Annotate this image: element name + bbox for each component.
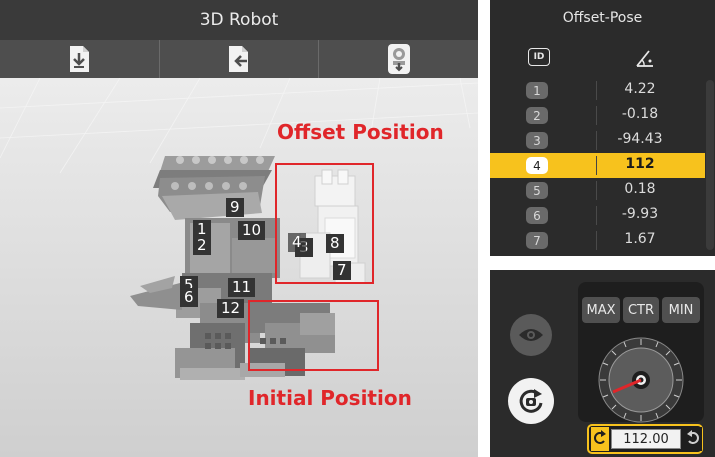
joint-label-11: 11 <box>228 278 256 297</box>
pose-value: 1.67 <box>624 231 656 247</box>
pose-id: 7 <box>526 232 548 249</box>
max-button[interactable]: MAX <box>582 297 620 323</box>
pose-id: 5 <box>526 182 548 199</box>
pose-row-4-selected[interactable]: 4 112 <box>490 153 705 178</box>
joint-label-9: 9 <box>226 198 244 217</box>
pose-row-5[interactable]: 5 0.18 <box>490 178 705 203</box>
robot-3d-viewport[interactable]: 1 2 3 4 5 6 7 8 9 10 11 12 Offset Positi… <box>0 78 478 457</box>
download-button[interactable] <box>0 40 160 78</box>
joint-label-2: 2 <box>193 236 211 255</box>
row-divider <box>596 81 597 100</box>
joint-control-panel: MAX CTR MIN 112.00 <box>490 270 715 457</box>
id-icon: ID <box>533 52 545 62</box>
row-divider <box>596 106 597 125</box>
row-divider <box>596 231 597 250</box>
joint-label-10: 10 <box>238 221 266 240</box>
panel-title-bar: 3D Robot <box>0 0 478 40</box>
pose-value: -94.43 <box>617 131 663 147</box>
pose-row-7[interactable]: 7 1.67 <box>490 228 705 253</box>
pose-value: -9.93 <box>621 206 659 222</box>
angle-icon <box>636 50 653 67</box>
pose-id: 1 <box>526 82 548 99</box>
pose-value: 0.18 <box>624 181 656 197</box>
rotary-dial[interactable] <box>591 330 691 430</box>
pose-id: 6 <box>526 207 548 224</box>
dial-area: MAX CTR MIN <box>578 282 704 423</box>
value-input-group: 112.00 <box>587 424 703 454</box>
pose-value: 112 <box>625 156 655 172</box>
offset-position-box <box>275 163 374 284</box>
rotate-button[interactable] <box>508 378 554 424</box>
row-divider <box>596 181 597 200</box>
rotate-icon <box>519 389 543 413</box>
robot-3d-panel: 3D Robot 1 2 4 5 6 7 8 9 10 11 12 Offset… <box>0 0 478 457</box>
row-divider <box>596 156 597 175</box>
robot-download-icon <box>387 44 410 74</box>
offset-pose-header: ID <box>490 44 705 76</box>
id-column-header: ID <box>528 48 550 66</box>
decrement-icon[interactable] <box>591 427 609 451</box>
joint-value-field[interactable]: 112.00 <box>611 429 681 449</box>
pose-row-3[interactable]: 3 -94.43 <box>490 128 705 153</box>
pose-row-2[interactable]: 2 -0.18 <box>490 103 705 128</box>
min-button[interactable]: MIN <box>662 297 700 323</box>
initial-position-label: Initial Position <box>248 386 412 410</box>
ctr-button[interactable]: CTR <box>623 297 659 323</box>
pose-row-1[interactable]: 1 4.22 <box>490 78 705 103</box>
download-icon <box>70 46 90 72</box>
toolbar <box>0 40 478 78</box>
joint-label-12: 12 <box>217 299 245 318</box>
upper-arm <box>153 156 275 220</box>
row-divider <box>596 131 597 150</box>
export-button[interactable] <box>160 40 320 78</box>
app-root: 3D Robot 1 2 4 5 6 7 8 9 10 11 12 Offset… <box>0 0 715 457</box>
offset-pose-list: 1 4.22 2 -0.18 3 -94.43 4 112 5 0.18 6 -… <box>490 78 705 253</box>
export-icon <box>229 46 248 72</box>
row-divider <box>596 206 597 225</box>
offset-pose-panel: Offset-Pose ID 1 4.22 2 -0.18 3 -94.43 4… <box>490 0 715 256</box>
increment-icon[interactable] <box>684 427 702 451</box>
pose-id: 2 <box>526 107 548 124</box>
joint-label-6: 6 <box>180 288 198 307</box>
offset-position-label: Offset Position <box>277 120 444 144</box>
pose-value: -0.18 <box>621 106 659 122</box>
eye-icon <box>519 329 543 341</box>
robot-download-button[interactable] <box>319 40 478 78</box>
panel-title: 3D Robot <box>199 10 279 30</box>
offset-pose-scrollbar[interactable] <box>706 80 714 250</box>
pose-id: 3 <box>526 132 548 149</box>
visibility-toggle-button[interactable] <box>510 314 552 356</box>
offset-pose-title: Offset-Pose <box>562 10 643 26</box>
initial-position-box <box>248 300 379 371</box>
pose-value: 4.22 <box>624 81 656 97</box>
pose-id: 4 <box>526 157 548 174</box>
pose-row-6[interactable]: 6 -9.93 <box>490 203 705 228</box>
